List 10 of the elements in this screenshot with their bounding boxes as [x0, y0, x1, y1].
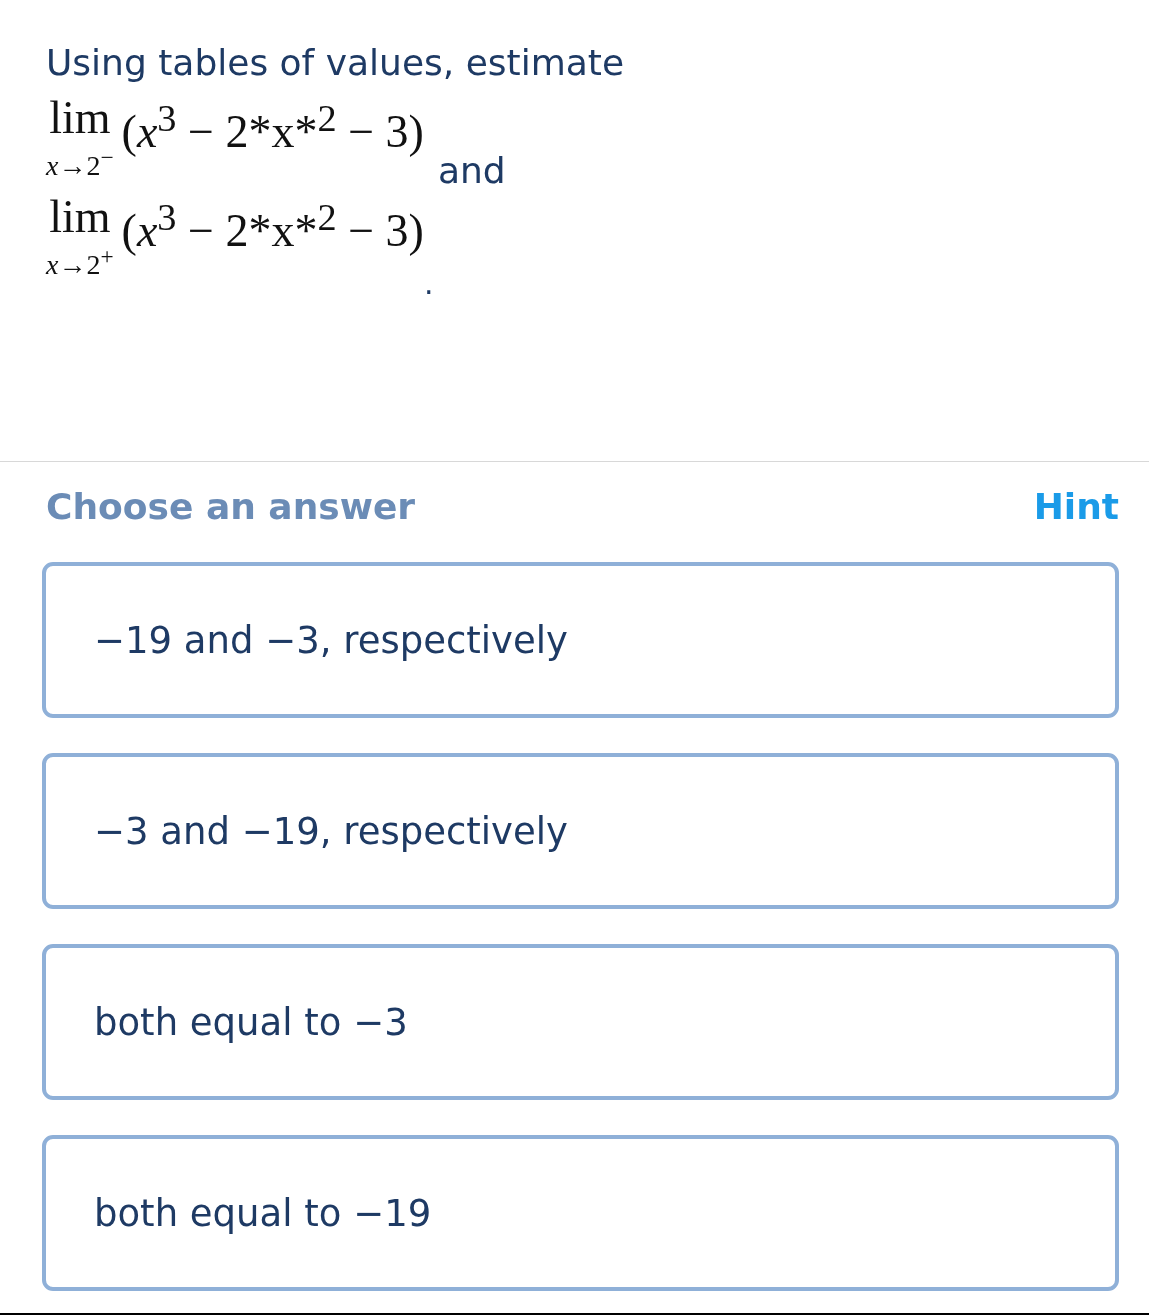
answer-option[interactable]: both equal to −19: [42, 1135, 1119, 1291]
limit-expression: lim x→2$^{+}$ (x$^{3}$ − 2*x*$^{2}$ − 3): [46, 193, 424, 281]
question-text: Using tables of values, estimate: [46, 41, 626, 85]
section-heading: Choose an answer: [46, 486, 416, 527]
period-text: .: [423, 274, 435, 294]
answer-option[interactable]: both equal to −3: [42, 944, 1119, 1100]
limit-expression: lim x→2$^{−}$ (x$^{3}$ − 2*x*$^{2}$ − 3): [46, 94, 424, 182]
connector-text: and: [437, 149, 506, 193]
answer-option[interactable]: −3 and −19, respectively: [42, 753, 1119, 909]
answer-option[interactable]: −19 and −3, respectively: [42, 562, 1119, 718]
